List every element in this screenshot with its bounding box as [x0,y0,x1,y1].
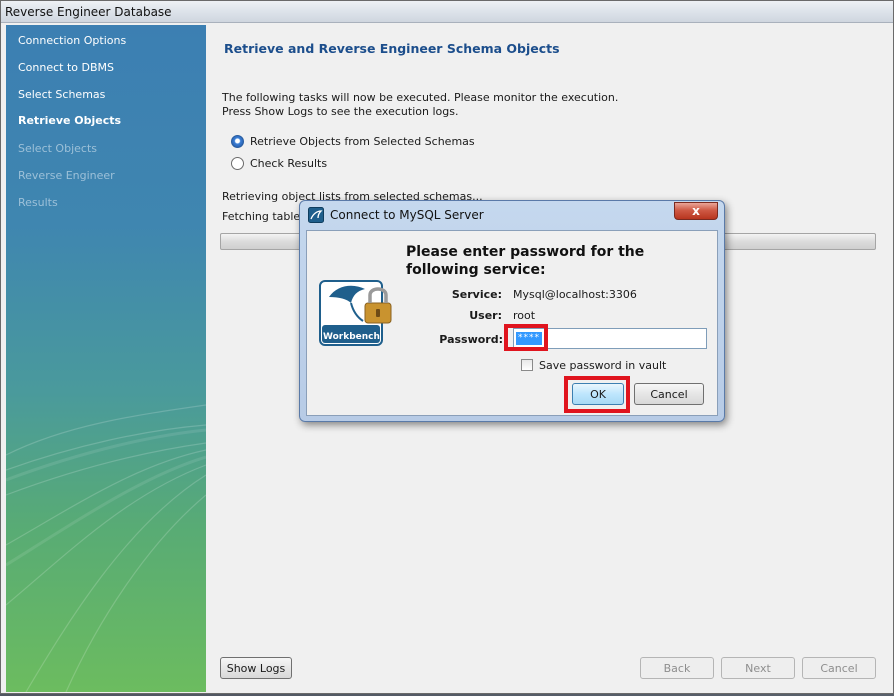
dialog-heading: Please enter password for the following … [406,244,645,278]
page-title: Retrieve and Reverse Engineer Schema Obj… [224,41,560,56]
save-password-label: Save password in vault [539,359,667,372]
password-input[interactable]: **** [513,328,707,349]
sidebar-item-reverse-engineer: Reverse Engineer [18,169,115,182]
password-selected-text: **** [516,332,542,345]
task-retrieve-objects: Retrieve Objects from Selected Schemas [231,135,475,148]
cancel-button[interactable]: Cancel [802,657,876,679]
window-title: Reverse Engineer Database [1,1,893,23]
service-value: Mysql@localhost:3306 [513,288,637,301]
user-value: root [513,309,536,322]
sidebar-item-connection-options: Connection Options [18,34,127,47]
connect-dialog: Connect to MySQL Server x MySQL Workbenc… [299,200,725,422]
sidebar-item-results: Results [18,196,58,209]
show-logs-button[interactable]: Show Logs [220,657,292,679]
password-label: Password: [439,333,503,346]
user-label: User: [469,309,502,322]
status-text-line2: Fetching table li [222,210,310,223]
pending-task-indicator-icon [231,157,244,170]
dialog-titlebar: Connect to MySQL Server [308,207,484,223]
intro-text-line2: Press Show Logs to see the execution log… [222,105,459,118]
intro-text-line1: The following tasks will now be executed… [222,91,619,104]
next-button[interactable]: Next [721,657,795,679]
task-check-results: Check Results [231,157,327,170]
task-label: Check Results [250,157,328,170]
dialog-body: MySQL Workbench Please enter password fo… [306,230,718,416]
save-password-checkbox[interactable] [521,359,533,371]
dialog-cancel-button[interactable]: Cancel [634,383,704,405]
close-icon[interactable]: x [674,202,718,220]
logo-text-workbench: Workbench [323,332,380,342]
ok-button[interactable]: OK [572,383,624,405]
reverse-engineer-window: Reverse Engineer Database Connection Opt… [0,0,894,694]
wizard-sidebar: Connection Options Connect to DBMS Selec… [6,25,206,692]
current-task-indicator-icon [231,135,244,148]
back-button[interactable]: Back [640,657,714,679]
dialog-title: Connect to MySQL Server [330,208,484,222]
mysql-dolphin-icon [308,207,324,223]
sidebar-item-retrieve-objects: Retrieve Objects [18,114,122,127]
service-label: Service: [451,288,502,301]
task-label: Retrieve Objects from Selected Schemas [250,135,475,148]
sidebar-item-select-objects: Select Objects [18,142,97,155]
sidebar-item-select-schemas: Select Schemas [18,88,106,101]
sidebar-item-connect-to-dbms: Connect to DBMS [18,61,115,74]
